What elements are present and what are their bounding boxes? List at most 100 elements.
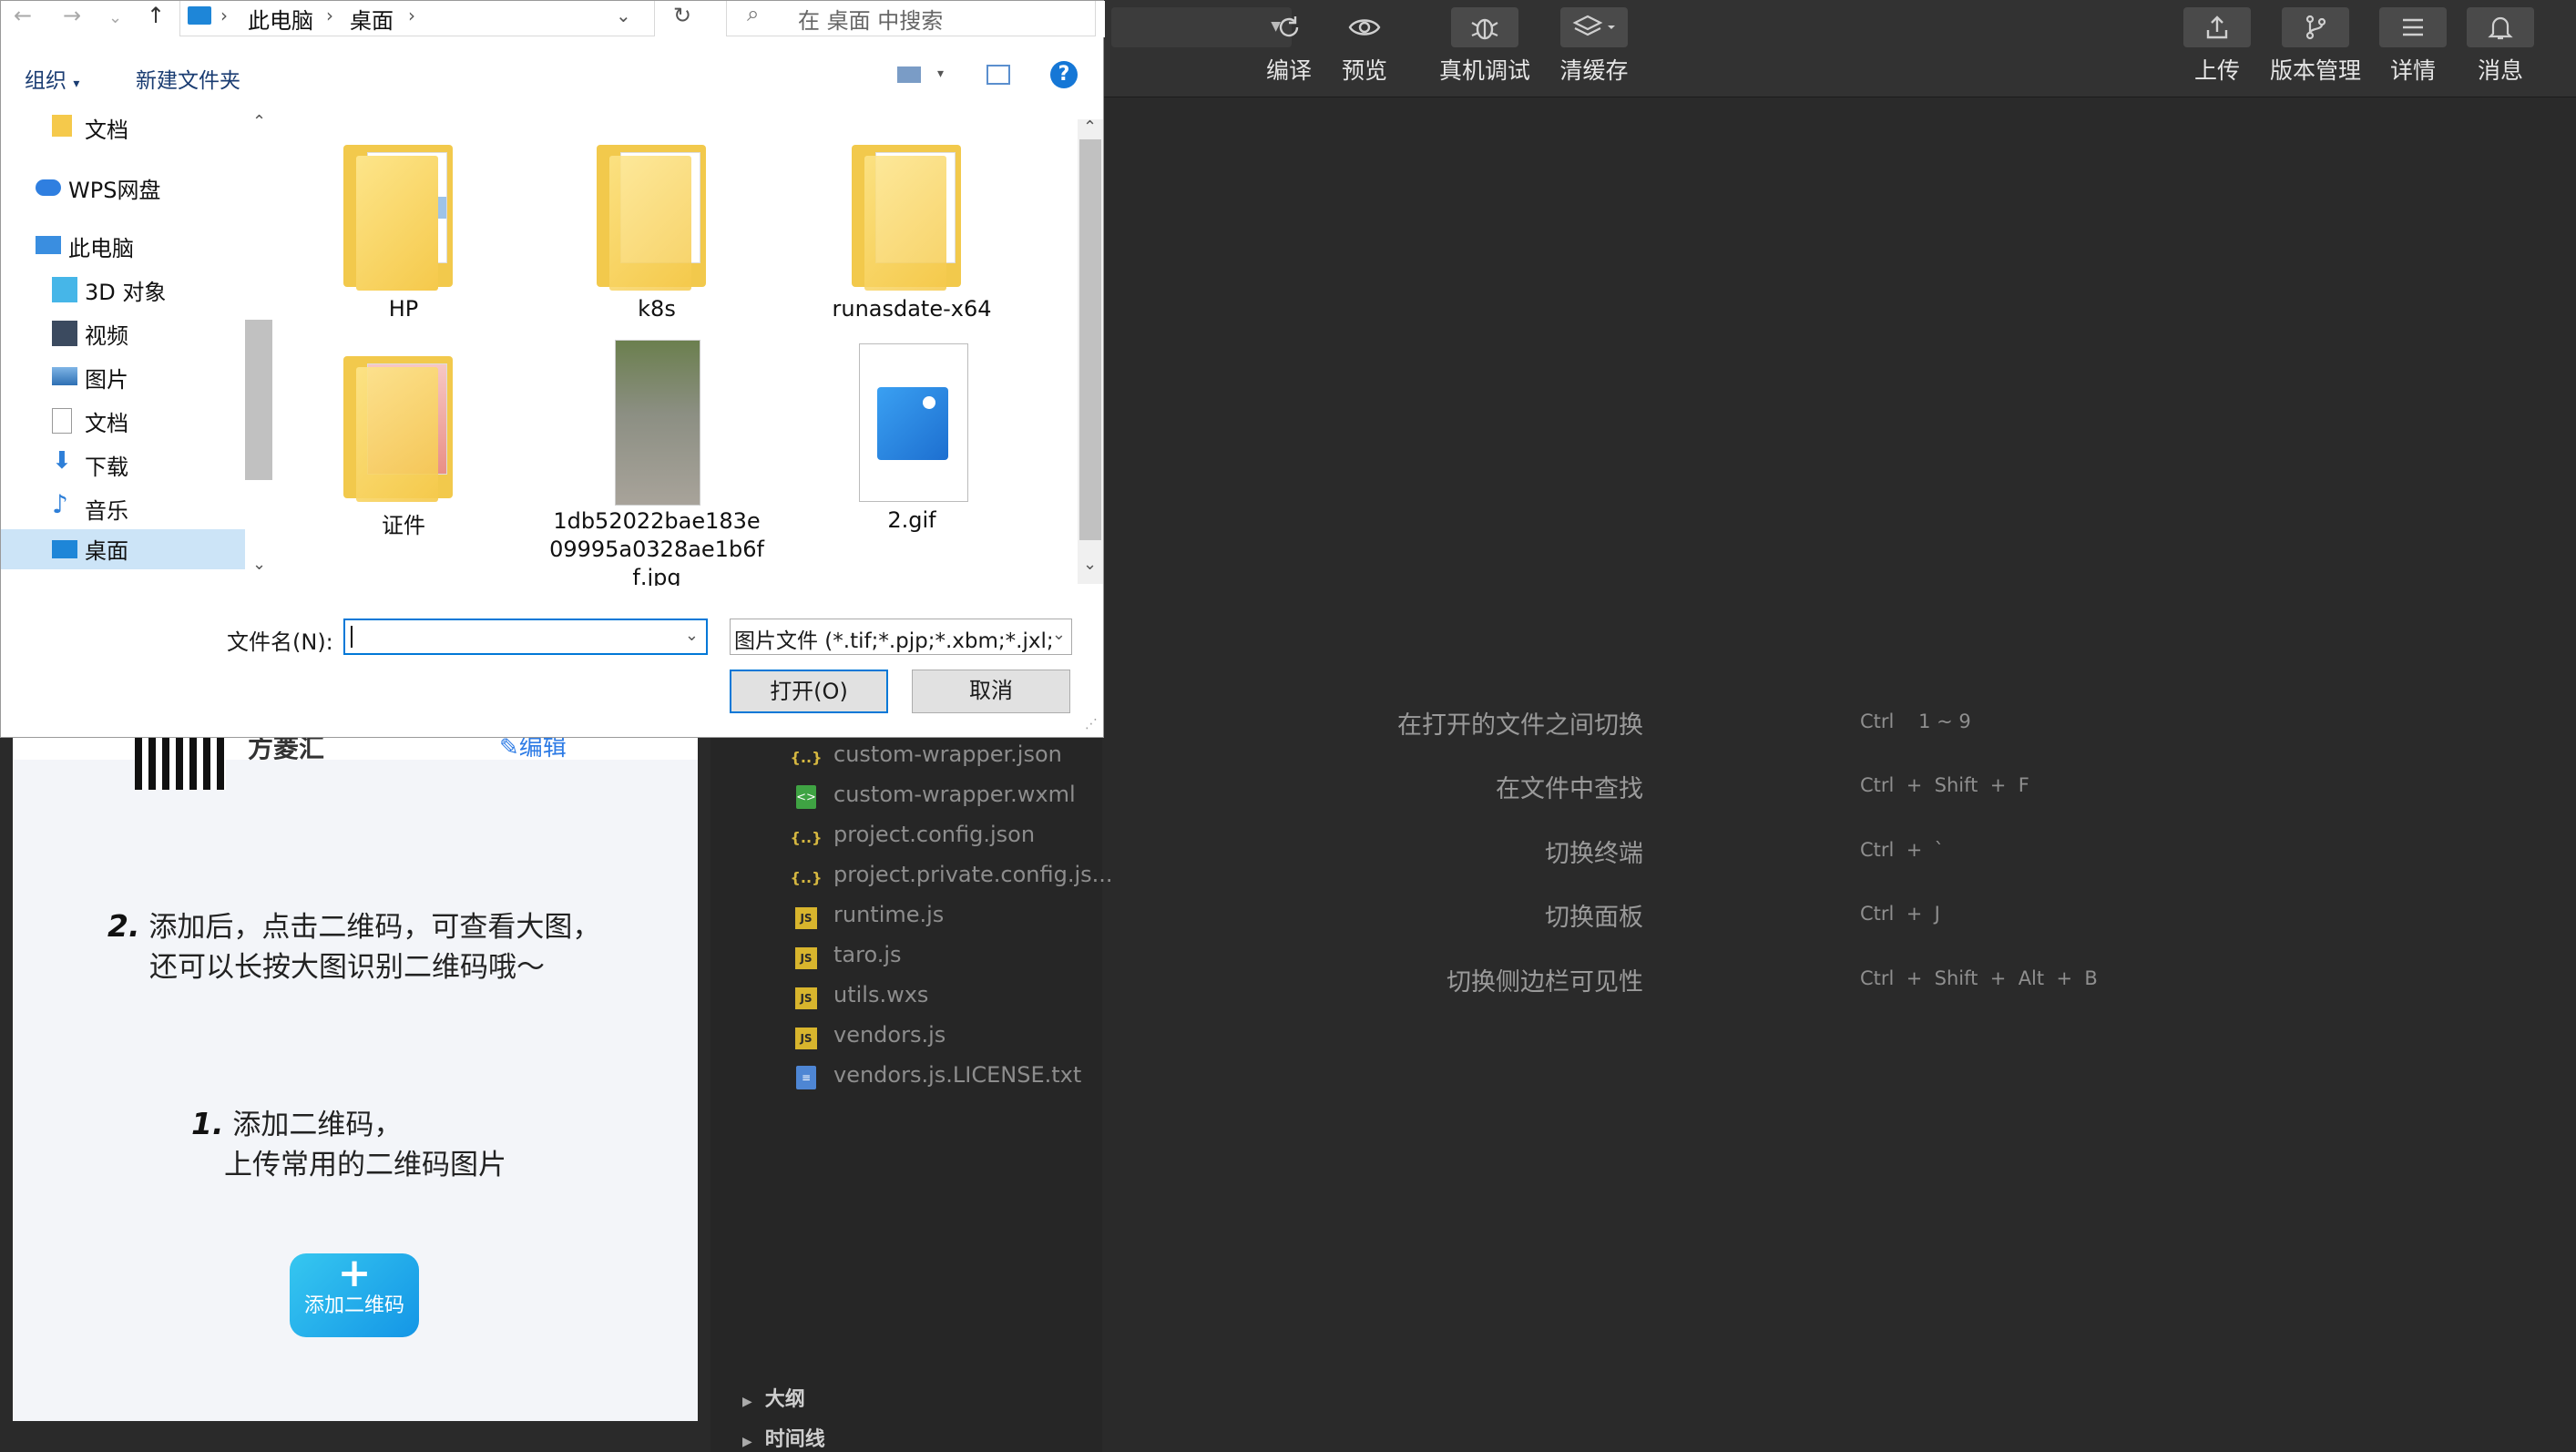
preview-button[interactable]: 预览	[1328, 0, 1401, 86]
upload-button[interactable]: 上传	[2181, 0, 2254, 86]
recent-chevron-icon[interactable]: ⌄	[108, 8, 122, 27]
version-control-button[interactable]: 版本管理	[2261, 0, 2370, 86]
file-open-dialog: ← → ⌄ ↑ › 此电脑 › 桌面 › ⌄ ↻ ⌕ 在 桌面 中搜索 组织 ▾…	[0, 0, 1105, 738]
computer-icon	[36, 236, 61, 254]
nav-desktop[interactable]: 桌面	[1, 529, 245, 569]
js-file-icon: JS	[795, 907, 817, 929]
computer-icon	[188, 6, 211, 25]
branch-icon	[2282, 7, 2349, 47]
triangle-right-icon: ▶	[742, 1395, 752, 1409]
view-options-icon[interactable]	[897, 66, 921, 83]
step-1-text: 1. 添加二维码， 上传常用的二维码图片	[191, 1106, 506, 1181]
qr-code-image[interactable]	[135, 733, 226, 790]
shortcut-toggle-terminal: 切换终端 Ctrl + `	[1545, 839, 1945, 868]
filename-label: 文件名(N):	[227, 629, 333, 655]
timeline-section-toggle[interactable]: ▶ 时间线	[742, 1423, 825, 1452]
search-input[interactable]: ⌕ 在 桌面 中搜索	[726, 1, 1096, 36]
json-file-icon: {..}	[790, 828, 823, 846]
cancel-button[interactable]: 取消	[912, 670, 1070, 713]
item-folder-k8s[interactable]: k8s	[547, 128, 766, 322]
scroll-down-arrow-icon[interactable]: ⌄	[252, 555, 266, 574]
add-qr-code-button[interactable]: + 添加二维码	[290, 1253, 419, 1337]
refresh-icon	[1255, 7, 1323, 47]
bug-icon	[1451, 7, 1518, 47]
organize-menu[interactable]: 组织 ▾	[25, 63, 79, 94]
folder-icon	[294, 340, 513, 513]
shortcut-toggle-sidebar: 切换侧边栏可见性 Ctrl + Shift + Alt + B	[1446, 967, 2098, 997]
breadcrumb-desktop[interactable]: 桌面	[350, 3, 394, 35]
item-folder-runasdate[interactable]: runasdate-x64	[802, 128, 1021, 322]
clear-cache-button[interactable]: 清缓存	[1549, 0, 1640, 86]
scroll-down-arrow-icon[interactable]: ⌄	[1083, 555, 1097, 574]
outline-section-toggle[interactable]: ▶ 大纲	[742, 1383, 805, 1412]
item-image-gif[interactable]: 2.gif	[802, 340, 1021, 533]
chevron-right-icon: ›	[408, 5, 415, 26]
wxml-file-icon: <>	[796, 785, 816, 809]
scroll-up-arrow-icon[interactable]: ⌃	[252, 112, 266, 131]
document-icon	[52, 408, 72, 434]
navigation-pane: 文档 WPS网盘 此电脑 3D 对象 视频 图片 文档 ⬇ 下载 ♪ 音乐 桌面…	[1, 108, 276, 586]
scroll-up-arrow-icon[interactable]: ⌃	[1083, 118, 1097, 137]
back-arrow-icon[interactable]: ←	[14, 3, 32, 28]
resize-grip-icon[interactable]: ⋰	[1085, 717, 1098, 731]
video-icon	[52, 321, 77, 346]
details-button[interactable]: 详情	[2372, 0, 2454, 86]
content-scrollbar-thumb[interactable]	[1079, 139, 1101, 540]
folder-icon	[547, 128, 766, 302]
js-file-icon: JS	[795, 987, 817, 1009]
menu-icon	[2379, 7, 2447, 47]
music-note-icon: ♪	[52, 489, 68, 519]
filename-input[interactable]: ⌄	[343, 619, 708, 655]
cloud-icon	[36, 179, 61, 196]
remote-debug-button[interactable]: 真机调试	[1439, 0, 1530, 86]
open-button[interactable]: 打开(O)	[730, 670, 888, 713]
nav-scrollbar-thumb[interactable]	[245, 320, 272, 480]
bell-icon	[2467, 7, 2534, 47]
address-bar[interactable]: › 此电脑 › 桌面 › ⌄	[179, 1, 655, 36]
chevron-down-icon[interactable]: ▾	[937, 66, 944, 81]
breadcrumb-this-pc[interactable]: 此电脑	[248, 3, 313, 35]
folder-icon	[52, 115, 72, 137]
forward-arrow-icon[interactable]: →	[63, 3, 81, 28]
eye-icon	[1331, 7, 1398, 47]
layers-icon	[1560, 7, 1628, 47]
desktop-icon	[52, 540, 77, 558]
picture-icon	[52, 367, 77, 385]
download-arrow-icon: ⬇	[52, 447, 72, 475]
refresh-icon[interactable]: ↻	[673, 3, 691, 28]
chevron-right-icon: ›	[326, 5, 333, 26]
search-icon: ⌕	[747, 1, 760, 26]
text-cursor	[351, 626, 353, 648]
step-2-text: 2. 添加后，点击二维码，可查看大图， 还可以长按大图识别二维码哦～	[107, 908, 601, 984]
address-bar-row: ← → ⌄ ↑ › 此电脑 › 桌面 › ⌄ ↻ ⌕ 在 桌面 中搜索	[1, 1, 1105, 37]
item-folder-certificates[interactable]: 证件	[294, 340, 513, 538]
compile-button[interactable]: 编译	[1248, 0, 1330, 86]
folder-icon	[294, 128, 513, 302]
chevron-down-icon[interactable]: ⌄	[685, 626, 699, 645]
shortcut-toggle-panel: 切换面板 Ctrl + J	[1545, 903, 1940, 932]
ide-toolbar: ▼ 编译 预览 真机调试 清缓存 上传 版本管理 详情 消息	[1102, 0, 2576, 97]
up-arrow-icon[interactable]: ↑	[147, 3, 165, 28]
chevron-down-icon: ▾	[73, 77, 80, 91]
folder-icon	[802, 128, 1021, 302]
json-file-icon: {..}	[790, 748, 823, 766]
text-file-icon: ≡	[796, 1066, 816, 1089]
plus-icon: +	[337, 1250, 372, 1296]
preview-pane-icon[interactable]	[986, 65, 1010, 85]
item-image-jpg[interactable]: 1db52022bae183e09995a0328ae1b6ff.jpg	[547, 340, 766, 586]
item-folder-hp[interactable]: HP	[294, 128, 513, 322]
js-file-icon: JS	[795, 947, 817, 969]
messages-button[interactable]: 消息	[2459, 0, 2541, 86]
shortcut-switch-files: 在打开的文件之间切换 Ctrl 1 ~ 9	[1397, 711, 1971, 740]
pen-icon: ✎	[499, 734, 519, 762]
triangle-right-icon: ▶	[742, 1435, 752, 1449]
help-icon[interactable]: ?	[1050, 61, 1078, 88]
image-file-icon	[802, 340, 1021, 513]
shortcut-find-in-files: 在文件中查找 Ctrl + Shift + F	[1496, 774, 2029, 803]
cube-icon	[52, 277, 77, 302]
chevron-down-icon[interactable]: ⌄	[616, 5, 631, 26]
file-type-filter[interactable]: 图片文件 (*.tif;*.pjp;*.xbm;*.jxl; ⌄	[730, 619, 1072, 655]
upload-icon	[2183, 7, 2251, 47]
new-folder-button[interactable]: 新建文件夹	[136, 63, 240, 94]
chevron-down-icon: ⌄	[1051, 625, 1066, 644]
